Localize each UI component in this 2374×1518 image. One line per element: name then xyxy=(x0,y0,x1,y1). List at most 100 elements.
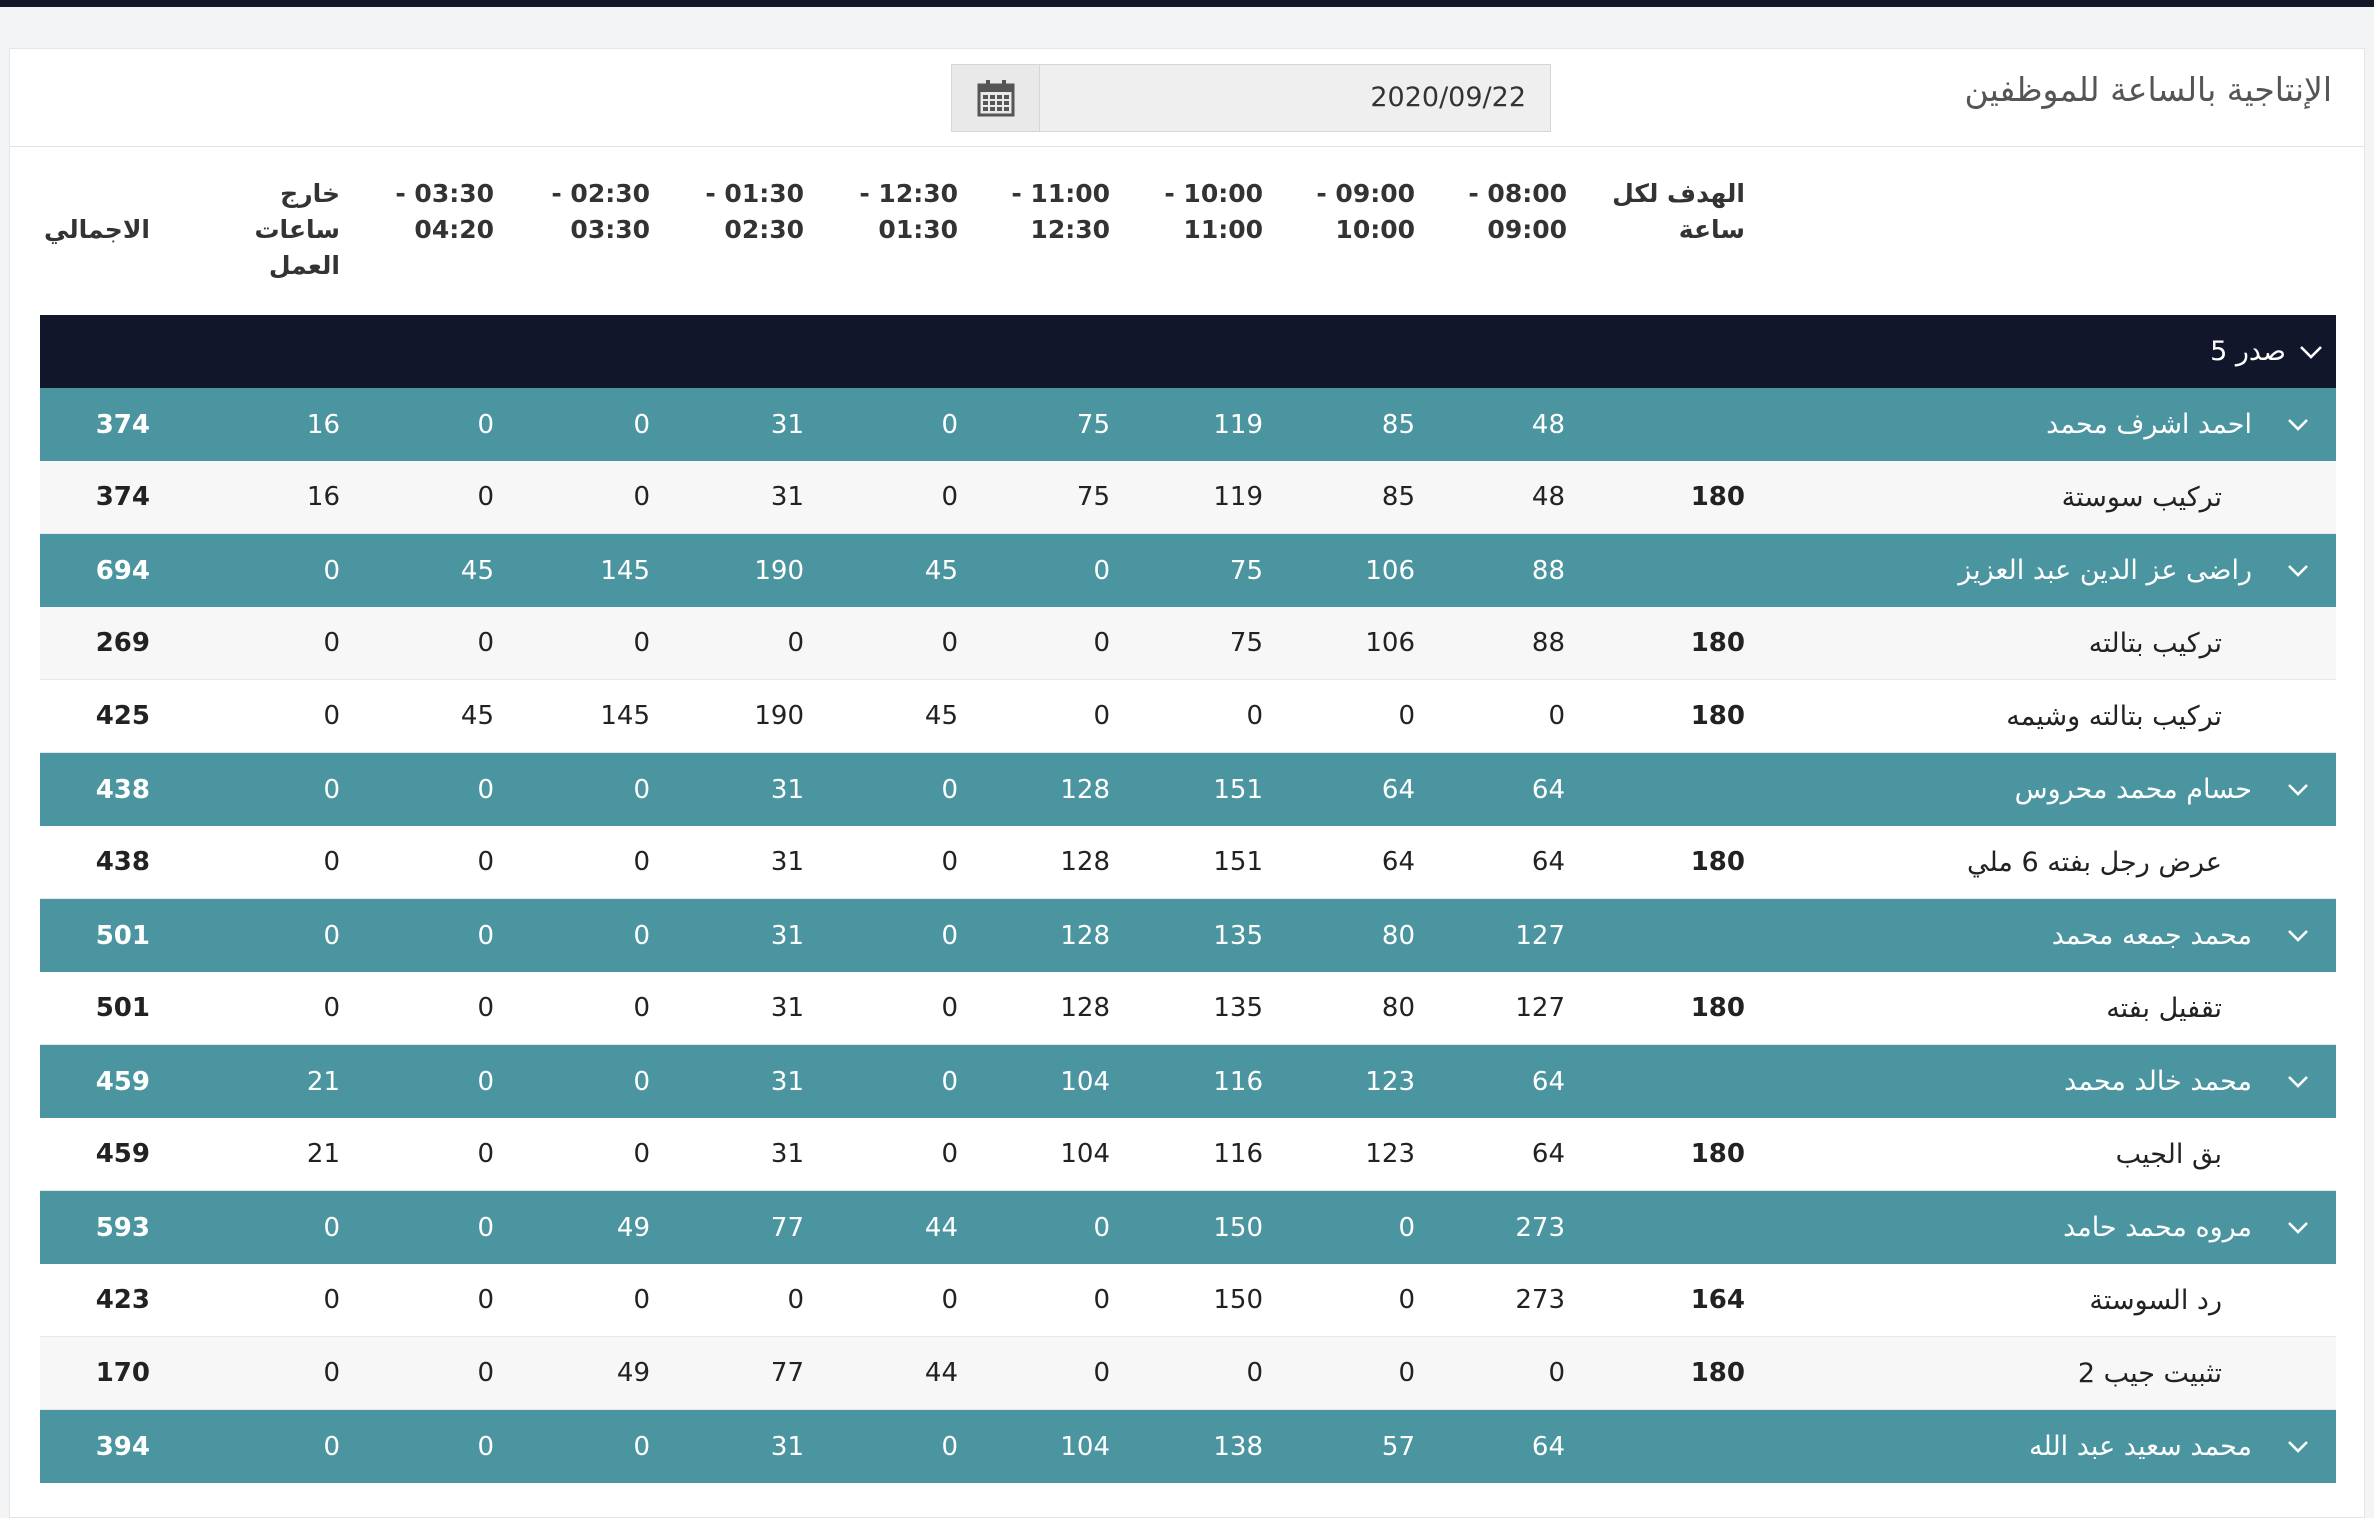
value-cell-0230: 0 xyxy=(633,1285,650,1315)
value-cell-1100: 0 xyxy=(1093,701,1110,731)
value-cell-1100: 0 xyxy=(1093,1358,1110,1388)
value-cell-1230: 0 xyxy=(941,1139,958,1169)
total-cell: 374 xyxy=(95,482,150,512)
chevron-down-icon[interactable] xyxy=(2286,1191,2310,1264)
value-cell-1000: 75 xyxy=(1229,555,1263,586)
value-cell-0900: 64 xyxy=(1381,774,1415,805)
value-cell-0330: 0 xyxy=(477,409,494,440)
employee-group-row[interactable]: مروه محمد حامد 273 0 150 0 44 77 49 0 0 593 xyxy=(40,1191,2336,1264)
value-cell-1000: 150 xyxy=(1213,1212,1263,1243)
value-cell-0130: 190 xyxy=(754,555,804,586)
operation-row: تثبيت جيب 2 180 0 0 0 0 44 77 49 0 0 170 xyxy=(40,1337,2336,1410)
operation-name: عرض رجل بفته 6 ملي xyxy=(1966,846,2222,878)
col-header-target: الهدف لكل ساعة xyxy=(1612,179,1745,244)
value-cell-0230: 0 xyxy=(633,1066,650,1097)
value-cell-outside: 0 xyxy=(323,920,340,951)
value-cell-1230: 0 xyxy=(941,1431,958,1462)
value-cell-0900: 0 xyxy=(1398,1285,1415,1315)
total-cell: 269 xyxy=(95,628,150,658)
employee-group-row[interactable]: احمد اشرف محمد 48 85 119 75 0 31 0 0 16 374 xyxy=(40,388,2336,461)
value-cell-0330: 45 xyxy=(460,555,494,586)
value-cell-1100: 128 xyxy=(1060,774,1110,805)
value-cell-outside: 0 xyxy=(323,1431,340,1462)
value-cell-0900: 123 xyxy=(1365,1139,1415,1169)
value-cell-0130: 0 xyxy=(787,628,804,658)
value-cell-1100: 128 xyxy=(1060,847,1110,877)
value-cell-0330: 0 xyxy=(477,1358,494,1388)
value-cell-0330: 0 xyxy=(477,482,494,512)
value-cell-1000: 151 xyxy=(1213,774,1263,805)
value-cell-0230: 49 xyxy=(616,1358,650,1388)
value-cell-0900: 80 xyxy=(1381,920,1415,951)
value-cell-0230: 0 xyxy=(633,628,650,658)
value-cell-1100: 104 xyxy=(1060,1066,1110,1097)
chevron-down-icon[interactable] xyxy=(2286,1410,2310,1483)
total-cell: 694 xyxy=(95,555,150,586)
value-cell-1100: 0 xyxy=(1093,628,1110,658)
chevron-down-icon[interactable] xyxy=(2286,899,2310,972)
employee-group-row[interactable]: محمد جمعه محمد 127 80 135 128 0 31 0 0 0 501 xyxy=(40,899,2336,972)
value-cell-1000: 138 xyxy=(1213,1431,1263,1462)
employee-group-row[interactable]: راضى عز الدين عبد العزيز 88 106 75 0 45 190 145… xyxy=(40,534,2336,607)
value-cell-0800: 64 xyxy=(1531,1431,1565,1462)
value-cell-0230: 0 xyxy=(633,774,650,805)
col-header-outside: خارج ساعات العمل xyxy=(254,179,340,280)
total-cell: 501 xyxy=(95,920,150,951)
value-cell-1000: 116 xyxy=(1213,1139,1263,1169)
date-picker[interactable]: 2020/09/22 xyxy=(951,64,1551,132)
chevron-down-icon[interactable] xyxy=(2286,388,2310,461)
col-header-0900: 09:00 - 10:00 xyxy=(1316,179,1415,244)
employee-group-row[interactable]: حسام محمد محروس 64 64 151 128 0 31 0 0 0 438 xyxy=(40,753,2336,826)
calendar-button[interactable] xyxy=(952,65,1040,131)
value-cell-1000: 150 xyxy=(1213,1285,1263,1315)
value-cell-0900: 106 xyxy=(1365,555,1415,586)
value-cell-1100: 75 xyxy=(1076,482,1110,512)
value-cell-0330: 0 xyxy=(477,1139,494,1169)
operation-row: تركيب بتالته وشيمه 180 0 0 0 0 45 190 145 45 0 425 xyxy=(40,680,2336,753)
value-cell-1230: 0 xyxy=(941,482,958,512)
total-cell: 459 xyxy=(95,1066,150,1097)
value-cell-outside: 0 xyxy=(323,1358,340,1388)
value-cell-1100: 128 xyxy=(1060,993,1110,1023)
chevron-down-icon[interactable] xyxy=(2286,753,2310,826)
chevron-down-icon[interactable] xyxy=(2298,315,2324,388)
value-cell-0330: 0 xyxy=(477,847,494,877)
value-cell-0130: 31 xyxy=(770,920,804,951)
col-header-0130: 01:30 - 02:30 xyxy=(705,179,804,244)
value-cell-1000: 151 xyxy=(1213,847,1263,877)
value-cell-outside: 0 xyxy=(323,1212,340,1243)
operation-row: رد السوستة 164 273 0 150 0 0 0 0 0 0 423 xyxy=(40,1264,2336,1337)
operation-row: عرض رجل بفته 6 ملي 180 64 64 151 128 0 31 0 0 0 438 xyxy=(40,826,2336,899)
value-cell-0330: 0 xyxy=(477,920,494,951)
employee-name: محمد جمعه محمد xyxy=(2051,920,2252,951)
value-cell-0800: 48 xyxy=(1531,409,1565,440)
col-header-0330: 03:30 - 04:20 xyxy=(395,179,494,244)
value-cell-0900: 123 xyxy=(1365,1066,1415,1097)
value-cell-outside: 0 xyxy=(323,847,340,877)
section-label: صدر 5 xyxy=(2210,336,2286,367)
value-cell-0330: 0 xyxy=(477,628,494,658)
value-cell-outside: 0 xyxy=(323,1285,340,1315)
target-cell: 180 xyxy=(1690,701,1745,731)
col-header-1230: 12:30 - 01:30 xyxy=(859,179,958,244)
value-cell-0900: 64 xyxy=(1381,847,1415,877)
value-cell-0800: 64 xyxy=(1531,774,1565,805)
value-cell-0330: 0 xyxy=(477,1285,494,1315)
employee-group-row[interactable]: محمد خالد محمد 64 123 116 104 0 31 0 0 21 459 xyxy=(40,1045,2336,1118)
total-cell: 501 xyxy=(95,993,150,1023)
total-cell: 593 xyxy=(95,1212,150,1243)
value-cell-1000: 119 xyxy=(1213,409,1263,440)
value-cell-0230: 145 xyxy=(600,701,650,731)
value-cell-1100: 104 xyxy=(1060,1139,1110,1169)
chevron-down-icon[interactable] xyxy=(2286,534,2310,607)
employee-group-row[interactable]: محمد سعيد عبد الله 64 57 138 104 0 31 0 0 0 394 xyxy=(40,1410,2336,1483)
value-cell-1100: 0 xyxy=(1093,1212,1110,1243)
chevron-down-icon[interactable] xyxy=(2286,1045,2310,1118)
operation-name: تركيب بتالته وشيمه xyxy=(2006,700,2222,732)
value-cell-1230: 0 xyxy=(941,409,958,440)
value-cell-0330: 0 xyxy=(477,1431,494,1462)
operation-name: تثبيت جيب 2 xyxy=(2077,1357,2222,1389)
section-row[interactable]: صدر 5 xyxy=(40,315,2336,388)
value-cell-1100: 0 xyxy=(1093,555,1110,586)
target-cell: 180 xyxy=(1690,628,1745,658)
